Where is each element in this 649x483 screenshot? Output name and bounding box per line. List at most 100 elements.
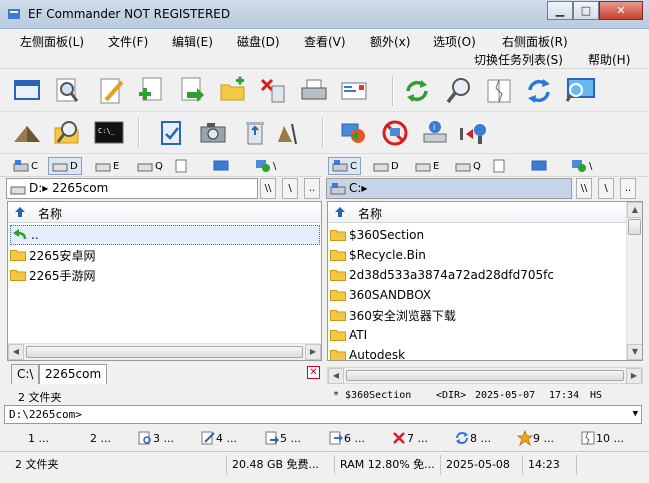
menu-right-panel[interactable]: 右侧面板(R)	[502, 33, 568, 50]
right-drive-network[interactable]: \	[568, 157, 595, 175]
fkey-9[interactable]: 9 ...	[517, 429, 554, 447]
right-vertical-scrollbar[interactable]: ▲ ▼	[626, 202, 642, 360]
new-folder-icon[interactable]	[216, 74, 250, 108]
no-network-icon[interactable]	[378, 116, 412, 150]
left-path-field[interactable]: D:▸ 2265com	[6, 178, 258, 199]
fkey-3[interactable]: 3 ...	[137, 429, 174, 447]
sync-icon[interactable]	[522, 74, 556, 108]
menu-left-panel[interactable]: 左侧面板(L)	[20, 33, 84, 50]
window-icon[interactable]	[10, 74, 44, 108]
left-drive-c[interactable]: C	[10, 157, 41, 175]
list-item[interactable]: $360Section	[330, 225, 424, 245]
right-drive-c[interactable]: C	[328, 157, 361, 175]
right-drive-e[interactable]: E	[412, 157, 442, 175]
right-drive-desktop[interactable]	[528, 157, 552, 175]
close-button[interactable]: ✕	[599, 1, 643, 20]
recycle-icon[interactable]	[238, 116, 272, 150]
edit-icon[interactable]	[94, 74, 128, 108]
scroll-thumb[interactable]	[346, 370, 624, 381]
wizard-icon[interactable]	[270, 116, 304, 150]
scroll-right-button[interactable]: ▶	[626, 368, 642, 384]
left-column-header[interactable]: 名称	[8, 202, 321, 223]
list-item[interactable]: ATI	[330, 325, 367, 345]
checklist-icon[interactable]	[154, 116, 188, 150]
fkey-2[interactable]: 2 ...	[90, 429, 111, 447]
fkey-6[interactable]: 6 ...	[328, 429, 365, 447]
menu-options[interactable]: 选项(O)	[433, 33, 476, 50]
search-icon[interactable]	[50, 74, 84, 108]
fkey-1[interactable]: 1 ...	[28, 429, 49, 447]
left-drive-q[interactable]: Q	[134, 157, 166, 175]
scroll-thumb[interactable]	[628, 219, 641, 235]
scroll-down-button[interactable]: ▼	[627, 344, 642, 360]
tab-root[interactable]: C:\	[11, 364, 40, 384]
left-drive-doc[interactable]	[172, 157, 192, 175]
refresh-icon[interactable]	[400, 74, 434, 108]
console-icon[interactable]: C:\_	[92, 116, 126, 150]
right-drive-q[interactable]: Q	[452, 157, 484, 175]
list-item[interactable]: 2265安卓网	[10, 245, 96, 265]
left-drive-desktop[interactable]	[210, 157, 234, 175]
compare-icon[interactable]	[482, 74, 516, 108]
camera-icon[interactable]	[196, 116, 230, 150]
disk-info-icon[interactable]: i	[418, 116, 452, 150]
left-file-panel[interactable]: 名称 .. 2265安卓网 2265手游网 ◀ ▶	[7, 201, 322, 361]
fkey-5[interactable]: 5 ...	[264, 429, 301, 447]
menu-task-list[interactable]: 切换任务列表(S)	[474, 51, 563, 68]
left-root-unc-button[interactable]: \\	[260, 178, 276, 199]
menu-extra[interactable]: 额外(x)	[370, 33, 410, 50]
command-line-input[interactable]: D:\2265com> ▼	[4, 405, 642, 424]
scroll-left-button[interactable]: ◀	[328, 368, 344, 384]
network-icon[interactable]	[336, 116, 370, 150]
pyramid-icon[interactable]	[10, 116, 44, 150]
list-item[interactable]: $Recycle.Bin	[330, 245, 426, 265]
copy-icon[interactable]	[175, 74, 209, 108]
scroll-left-button[interactable]: ◀	[8, 344, 24, 360]
list-item[interactable]: 2d38d533a3874a72ad28dfd705fc	[330, 265, 554, 285]
command-history-dropdown-icon[interactable]: ▼	[633, 406, 638, 423]
fkey-10[interactable]: 10 ...	[580, 429, 624, 447]
email-icon[interactable]	[337, 74, 371, 108]
split-icon[interactable]	[454, 116, 488, 150]
menu-disk[interactable]: 磁盘(D)	[237, 33, 280, 50]
right-file-panel[interactable]: 名称 $360Section $Recycle.Bin 2d38d533a387…	[327, 201, 643, 361]
right-up-button[interactable]: ..	[620, 178, 636, 199]
scroll-up-button[interactable]: ▲	[627, 202, 642, 218]
scroll-thumb[interactable]	[26, 346, 303, 358]
right-drive-doc[interactable]	[490, 157, 510, 175]
right-column-header[interactable]: 名称	[328, 202, 626, 223]
left-drive-network[interactable]: \	[252, 157, 279, 175]
fkey-8[interactable]: 8 ...	[454, 429, 491, 447]
right-root-button[interactable]: \	[598, 178, 614, 199]
list-item[interactable]: 360安全浏览器下载	[330, 305, 456, 325]
right-horizontal-scrollbar[interactable]: ◀ ▶	[327, 367, 643, 384]
left-up-button[interactable]: ..	[304, 178, 320, 199]
list-item[interactable]: 360SANDBOX	[330, 285, 431, 305]
menu-view[interactable]: 查看(V)	[304, 33, 346, 50]
list-item-parent[interactable]: ..	[10, 225, 320, 245]
menu-file[interactable]: 文件(F)	[108, 33, 148, 50]
list-item[interactable]: Autodesk	[330, 345, 405, 360]
print-icon[interactable]	[297, 74, 331, 108]
tab-2265com[interactable]: 2265com	[39, 364, 108, 384]
monitor-icon[interactable]	[564, 74, 598, 108]
right-path-field[interactable]: C:▸	[326, 178, 572, 199]
left-horizontal-scrollbar[interactable]: ◀ ▶	[8, 343, 321, 360]
maximize-button[interactable]: □	[573, 1, 599, 20]
fkey-4[interactable]: 4 ...	[200, 429, 237, 447]
right-root-unc-button[interactable]: \\	[576, 178, 592, 199]
find-icon[interactable]	[442, 74, 476, 108]
left-drive-e[interactable]: E	[92, 157, 122, 175]
fkey-7[interactable]: 7 ...	[391, 429, 428, 447]
left-root-button[interactable]: \	[282, 178, 298, 199]
folder-search-icon[interactable]	[50, 116, 84, 150]
left-drive-d[interactable]: D	[48, 157, 82, 175]
menu-edit[interactable]: 编辑(E)	[172, 33, 213, 50]
scroll-right-button[interactable]: ▶	[305, 344, 321, 360]
minimize-button[interactable]: ▁	[547, 1, 573, 20]
list-item[interactable]: 2265手游网	[10, 265, 96, 285]
delete-icon[interactable]	[256, 74, 290, 108]
close-tab-icon[interactable]: ✕	[307, 366, 320, 379]
menu-help[interactable]: 帮助(H)	[588, 51, 630, 68]
right-drive-d[interactable]: D	[370, 157, 402, 175]
